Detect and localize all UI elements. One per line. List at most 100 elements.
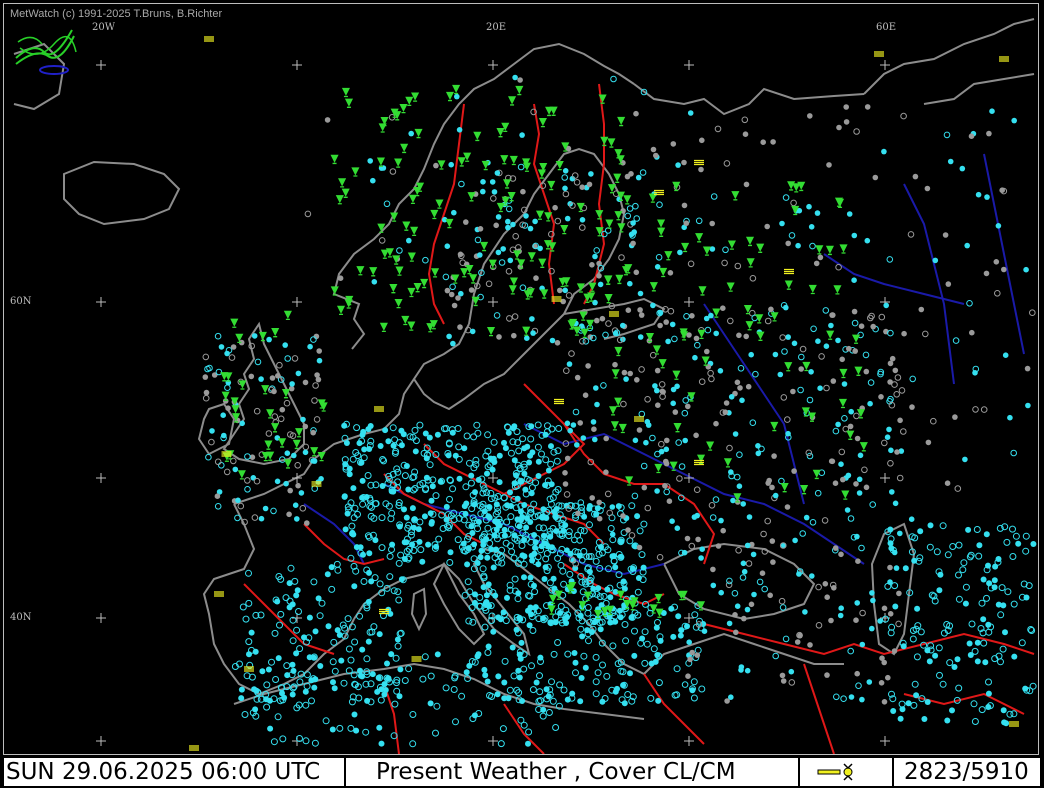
station-marker[interactable] bbox=[378, 514, 386, 522]
rain-shower-symbol[interactable] bbox=[583, 591, 592, 601]
station-marker[interactable] bbox=[822, 581, 829, 587]
rain-shower-symbol[interactable] bbox=[538, 118, 547, 128]
station-marker[interactable] bbox=[525, 740, 531, 747]
station-marker[interactable] bbox=[607, 525, 615, 532]
station-marker[interactable] bbox=[395, 559, 403, 567]
station-marker[interactable] bbox=[1011, 117, 1017, 124]
station-marker[interactable] bbox=[325, 623, 332, 630]
station-marker[interactable] bbox=[341, 493, 348, 500]
station-marker[interactable] bbox=[347, 656, 355, 664]
fog-symbol[interactable] bbox=[609, 311, 619, 317]
station-marker[interactable] bbox=[837, 612, 844, 619]
station-marker[interactable] bbox=[623, 376, 629, 382]
rain-shower-symbol[interactable] bbox=[611, 369, 620, 379]
station-marker[interactable] bbox=[485, 643, 492, 650]
station-marker[interactable] bbox=[458, 692, 466, 700]
station-marker[interactable] bbox=[477, 554, 484, 561]
rain-shower-symbol[interactable] bbox=[395, 266, 404, 276]
station-marker[interactable] bbox=[346, 471, 353, 478]
station-marker[interactable] bbox=[498, 559, 506, 567]
station-marker[interactable] bbox=[970, 700, 978, 708]
station-marker[interactable] bbox=[814, 210, 821, 216]
station-marker[interactable] bbox=[749, 275, 757, 282]
station-marker[interactable] bbox=[302, 737, 310, 745]
station-marker[interactable] bbox=[790, 199, 797, 207]
station-marker[interactable] bbox=[851, 319, 859, 327]
station-marker[interactable] bbox=[390, 587, 398, 595]
station-marker[interactable] bbox=[394, 636, 401, 643]
station-marker[interactable] bbox=[401, 506, 407, 513]
station-marker[interactable] bbox=[248, 629, 255, 636]
station-marker[interactable] bbox=[355, 694, 363, 702]
station-marker[interactable] bbox=[534, 421, 542, 429]
station-marker[interactable] bbox=[564, 696, 571, 703]
station-marker[interactable] bbox=[351, 504, 359, 512]
station-marker[interactable] bbox=[663, 458, 669, 465]
station-marker[interactable] bbox=[688, 542, 696, 550]
station-marker[interactable] bbox=[527, 574, 534, 581]
station-marker[interactable] bbox=[740, 501, 746, 507]
rain-shower-symbol[interactable] bbox=[407, 287, 416, 298]
station-marker[interactable] bbox=[434, 431, 441, 438]
station-marker[interactable] bbox=[353, 424, 361, 432]
station-marker[interactable] bbox=[421, 513, 428, 520]
station-marker[interactable] bbox=[214, 332, 222, 340]
station-marker[interactable] bbox=[631, 229, 637, 235]
station-marker[interactable] bbox=[258, 515, 265, 522]
station-marker[interactable] bbox=[640, 520, 648, 528]
station-marker[interactable] bbox=[588, 171, 594, 177]
station-marker[interactable] bbox=[446, 333, 452, 340]
station-marker[interactable] bbox=[525, 728, 533, 736]
station-marker[interactable] bbox=[390, 488, 397, 495]
station-marker[interactable] bbox=[823, 384, 830, 392]
station-marker[interactable] bbox=[456, 127, 463, 133]
station-marker[interactable] bbox=[784, 416, 791, 423]
station-marker[interactable] bbox=[803, 514, 810, 521]
station-marker[interactable] bbox=[636, 544, 643, 551]
station-marker[interactable] bbox=[350, 531, 357, 538]
station-marker[interactable] bbox=[562, 287, 568, 294]
station-marker[interactable] bbox=[343, 440, 350, 446]
station-marker[interactable] bbox=[496, 479, 503, 486]
station-marker[interactable] bbox=[334, 566, 342, 574]
station-marker[interactable] bbox=[830, 378, 837, 384]
station-marker[interactable] bbox=[896, 590, 902, 597]
station-marker[interactable] bbox=[634, 588, 642, 596]
rain-shower-symbol[interactable] bbox=[410, 226, 419, 237]
station-marker[interactable] bbox=[612, 361, 618, 368]
station-marker[interactable] bbox=[259, 668, 266, 675]
station-marker[interactable] bbox=[655, 402, 661, 409]
station-marker[interactable] bbox=[284, 450, 291, 457]
station-marker[interactable] bbox=[448, 161, 455, 168]
station-marker[interactable] bbox=[612, 564, 619, 571]
station-marker[interactable] bbox=[944, 717, 951, 724]
station-marker[interactable] bbox=[553, 457, 561, 465]
station-marker[interactable] bbox=[881, 659, 887, 666]
rain-shower-symbol[interactable] bbox=[513, 250, 522, 260]
station-marker[interactable] bbox=[579, 224, 586, 231]
rain-shower-symbol[interactable] bbox=[336, 305, 346, 316]
station-marker[interactable] bbox=[401, 677, 409, 684]
rain-shower-symbol[interactable] bbox=[270, 423, 280, 433]
station-marker[interactable] bbox=[726, 577, 733, 585]
station-marker[interactable] bbox=[475, 476, 482, 483]
station-marker[interactable] bbox=[604, 490, 612, 498]
rain-shower-symbol[interactable] bbox=[430, 209, 439, 220]
station-marker[interactable] bbox=[362, 728, 370, 736]
station-marker[interactable] bbox=[564, 215, 571, 222]
fog-symbol[interactable] bbox=[244, 666, 254, 672]
station-marker[interactable] bbox=[238, 686, 245, 693]
station-marker[interactable] bbox=[943, 131, 951, 139]
rain-shower-symbol[interactable] bbox=[787, 181, 796, 191]
station-marker[interactable] bbox=[911, 680, 919, 688]
station-marker[interactable] bbox=[351, 638, 359, 646]
station-marker[interactable] bbox=[824, 594, 830, 600]
station-marker[interactable] bbox=[900, 112, 907, 120]
station-marker[interactable] bbox=[353, 727, 360, 734]
station-marker[interactable] bbox=[835, 263, 842, 271]
station-marker[interactable] bbox=[529, 557, 536, 564]
station-marker[interactable] bbox=[203, 389, 210, 396]
station-marker[interactable] bbox=[284, 672, 291, 679]
station-marker[interactable] bbox=[718, 589, 724, 596]
rain-shower-symbol[interactable] bbox=[812, 469, 821, 480]
